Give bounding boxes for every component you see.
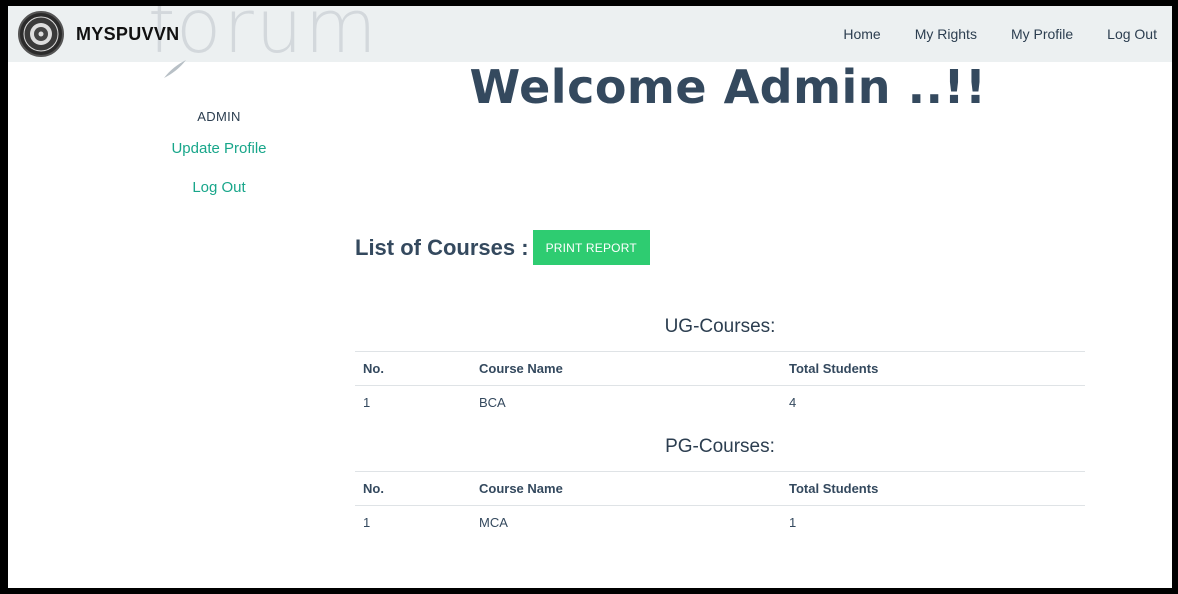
column-header-no: No.: [355, 471, 471, 506]
nav-my-rights-link[interactable]: My Rights: [898, 26, 994, 42]
sidebar-logout-link[interactable]: Log Out: [144, 179, 294, 196]
ug-courses-title: UG-Courses:: [664, 316, 776, 337]
table-header-row: No. Course Name Total Students: [355, 471, 1085, 506]
column-header-total-students: Total Students: [781, 351, 1085, 386]
cell-course-name: BCA: [479, 395, 506, 410]
app-window: forum MYSPUVVN Home My Rights My Profile…: [8, 6, 1172, 588]
column-header-course-name: Course Name: [471, 351, 781, 386]
table-row: 1 BCA 4: [355, 386, 1085, 420]
pg-courses-table: No. Course Name Total Students 1 MCA 1: [355, 471, 1085, 539]
sidebar: ADMIN Update Profile Log Out: [144, 104, 294, 196]
update-profile-link[interactable]: Update Profile: [144, 140, 294, 157]
top-navbar: forum MYSPUVVN Home My Rights My Profile…: [8, 6, 1172, 70]
column-header-no: No.: [355, 351, 471, 386]
nav-logout-link[interactable]: Log Out: [1090, 26, 1172, 42]
cell-no: 1: [363, 515, 371, 530]
pg-courses-title: PG-Courses:: [665, 436, 775, 457]
column-header-total-students: Total Students: [781, 471, 1085, 506]
feather-decoration-icon: [164, 60, 186, 78]
brand[interactable]: MYSPUVVN: [18, 10, 179, 58]
ug-courses-table: No. Course Name Total Students 1 BCA 4: [355, 351, 1085, 419]
sidebar-username: ADMIN: [197, 109, 241, 124]
nav-home-link[interactable]: Home: [826, 26, 897, 42]
table-header-row: No. Course Name Total Students: [355, 351, 1085, 386]
cell-course-name: MCA: [479, 515, 508, 530]
cell-total-students: 4: [789, 395, 797, 410]
nav-my-profile-link[interactable]: My Profile: [994, 26, 1090, 42]
university-seal-logo: [18, 11, 64, 57]
courses-header: List of Courses : PRINT REPORT: [355, 230, 650, 265]
welcome-heading: Welcome Admin ..!!: [469, 60, 987, 114]
column-header-course-name: Course Name: [471, 471, 781, 506]
list-of-courses-title: List of Courses :: [355, 234, 529, 260]
brand-name: MYSPUVVN: [76, 23, 180, 44]
table-row: 1 MCA 1: [355, 506, 1085, 540]
cell-no: 1: [363, 395, 371, 410]
nav-links: Home My Rights My Profile Log Out: [826, 6, 1172, 62]
print-report-button[interactable]: PRINT REPORT: [532, 230, 650, 265]
cell-total-students: 1: [789, 515, 797, 530]
